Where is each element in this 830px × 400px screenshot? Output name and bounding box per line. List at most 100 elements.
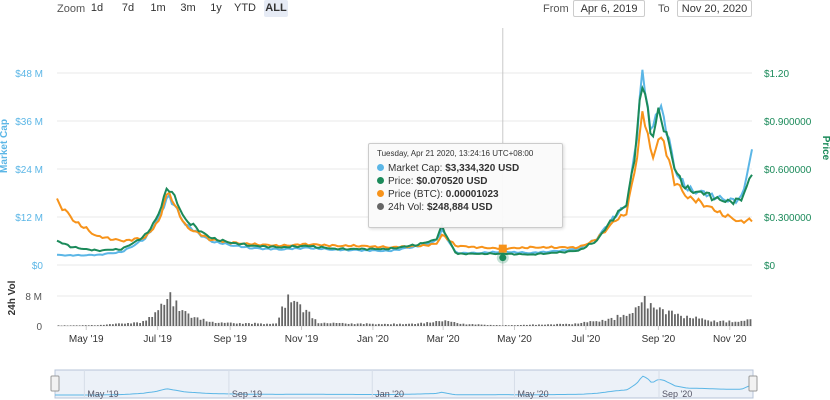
x-tick-label: May '20	[497, 334, 532, 345]
volume-bar	[402, 324, 404, 326]
volume-bar	[622, 314, 625, 326]
tooltip-label: 24h Vol:	[388, 202, 425, 213]
volume-bar	[710, 321, 713, 326]
x-tick-label: Sep '19	[213, 334, 247, 345]
volume-bar	[235, 323, 238, 326]
volume-bar	[743, 320, 746, 326]
tooltip-label: Price:	[388, 176, 414, 187]
volume-bar	[314, 319, 317, 326]
volume-bar	[477, 324, 480, 326]
volume-bar	[562, 324, 565, 326]
volume-bar	[396, 324, 398, 326]
navigator-tick-label: May '20	[517, 389, 548, 399]
volume-bar	[435, 321, 438, 326]
volume-bar	[172, 306, 175, 326]
volume-bar	[72, 325, 75, 326]
volume-bar	[269, 323, 271, 326]
volume-bar	[683, 318, 685, 326]
volume-bar	[471, 324, 474, 326]
volume-bar	[199, 319, 202, 326]
volume-bar	[432, 322, 435, 326]
volume-bar	[689, 317, 691, 326]
volume-bar	[631, 312, 634, 326]
volume-bar	[205, 321, 208, 326]
volume-bar	[655, 309, 658, 326]
volume-bar	[323, 322, 326, 326]
volume-bar	[628, 313, 631, 326]
y-left-tick-label: $48 M	[15, 69, 43, 80]
volume-bar	[102, 324, 105, 326]
volume-bar	[492, 325, 495, 326]
volume-bar	[232, 323, 235, 326]
volume-bar	[84, 325, 87, 326]
y-right-tick-label: $0.900000	[764, 117, 812, 128]
volume-bar	[359, 323, 362, 326]
volume-bar	[661, 309, 664, 326]
volume-bar	[115, 323, 117, 326]
tooltip-date: Tuesday, Apr 21 2020, 13:24:16 UTC+08:00	[377, 149, 534, 158]
y-volume-tick-label: 0	[36, 322, 42, 333]
volume-bar	[613, 319, 616, 326]
volume-bar	[704, 319, 707, 326]
volume-bar	[214, 323, 217, 326]
volume-bar	[308, 311, 311, 326]
volume-bar	[405, 323, 407, 326]
volume-bar	[163, 304, 166, 326]
volume-bar	[251, 323, 253, 326]
volume-bar	[649, 303, 652, 326]
y-left-tick-label: $24 M	[15, 165, 43, 176]
volume-bar	[390, 324, 392, 326]
volume-bar	[501, 325, 504, 326]
tooltip-row-price-btc: Price (BTC): 0.00001023	[377, 188, 554, 201]
volume-bar	[202, 318, 205, 326]
volume-bar	[634, 307, 637, 326]
volume-bar	[565, 323, 568, 326]
volume-bar	[716, 322, 719, 326]
price-highlight-marker	[499, 254, 507, 262]
y-volume-tick-label: 8 M	[25, 292, 42, 303]
volume-bar	[166, 299, 169, 326]
volume-bar	[356, 323, 359, 326]
price-btc-highlight-marker	[498, 244, 507, 253]
x-tick-label: Mar '20	[427, 334, 460, 345]
volume-bar	[483, 324, 486, 326]
volume-bar	[408, 323, 410, 326]
volume-bar	[281, 306, 284, 326]
volume-bar	[63, 325, 66, 326]
volume-bar	[332, 322, 335, 326]
volume-bar	[254, 322, 256, 326]
volume-bar	[329, 323, 332, 326]
volume-bar	[426, 322, 429, 326]
volume-bar	[78, 325, 81, 326]
volume-bar	[465, 324, 468, 326]
volume-bar	[595, 321, 598, 326]
x-tick-label: Jan '20	[357, 334, 389, 345]
volume-bar	[474, 324, 477, 326]
volume-bar	[423, 323, 426, 326]
volume-bar	[341, 322, 344, 326]
volume-bar	[127, 323, 129, 326]
volume-bar	[429, 322, 432, 326]
volume-bar	[377, 323, 380, 326]
volume-bar	[680, 315, 682, 326]
volume-bar	[90, 325, 93, 326]
volume-bar	[559, 323, 562, 326]
volume-bar	[326, 323, 329, 326]
volume-bar	[438, 321, 441, 326]
volume-bar	[260, 323, 262, 326]
volume-bar	[417, 323, 419, 326]
volume-bar	[380, 324, 383, 326]
volume-bar	[293, 300, 296, 326]
chart-tooltip: Tuesday, Apr 21 2020, 13:24:16 UTC+08:00…	[368, 143, 563, 228]
volume-bar	[96, 325, 99, 326]
navigator-tick-label: Sep '20	[662, 389, 692, 399]
tooltip-row-market-cap: Market Cap: $3,334,320 USD	[377, 162, 554, 175]
volume-bar	[495, 325, 498, 326]
volume-bar	[118, 323, 120, 326]
volume-bar	[737, 321, 740, 326]
volume-bar	[538, 324, 540, 326]
volume-bar	[184, 311, 187, 326]
volume-bar	[220, 322, 223, 326]
volume-bar	[374, 324, 377, 326]
volume-bar	[142, 321, 145, 326]
